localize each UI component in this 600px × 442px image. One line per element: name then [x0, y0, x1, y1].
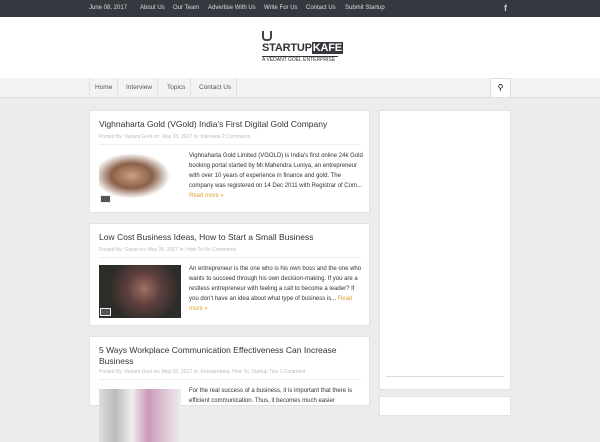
current-date: June 08, 2017: [89, 5, 128, 11]
post-card: Low Cost Business Ideas, How to Start a …: [89, 223, 370, 326]
search-icon[interactable]: ⚲: [490, 78, 511, 98]
post-title[interactable]: 5 Ways Workplace Communication Effective…: [99, 345, 359, 367]
top-link-team[interactable]: Our Team: [173, 5, 199, 11]
post-title[interactable]: Vighnaharta Gold (VGold) India's First D…: [99, 119, 359, 130]
post-meta: Posted By: Vedant Goel on: May 26, 2017 …: [99, 369, 361, 380]
post-card: 5 Ways Workplace Communication Effective…: [89, 336, 370, 442]
divider: [386, 376, 504, 377]
post-thumbnail[interactable]: [99, 389, 181, 442]
site-header: STARTUPKAFE A VEDANT GOEL ENTERPRISE: [0, 17, 600, 78]
image-icon: [100, 195, 111, 203]
post-meta: Posted By: Guest on: May 26, 2017 In: Ho…: [99, 247, 361, 258]
post-card: Vighnaharta Gold (VGold) India's First D…: [89, 110, 370, 213]
read-more-link[interactable]: Read more »: [189, 193, 224, 199]
top-link-advertise[interactable]: Advertise With Us: [208, 5, 256, 11]
logo-tagline: A VEDANT GOEL ENTERPRISE: [262, 56, 338, 63]
top-link-contact[interactable]: Contact Us: [306, 5, 336, 11]
nav-home[interactable]: Home: [89, 78, 119, 98]
post-excerpt: Vighnaharta Gold Limited (VGOLD) is Indi…: [189, 153, 363, 199]
top-link-write[interactable]: Write For Us: [264, 5, 298, 11]
top-link-submit[interactable]: Submit Startup: [345, 5, 385, 11]
post-excerpt: An entrepreneur is the one who is his ow…: [189, 266, 362, 312]
site-logo[interactable]: STARTUPKAFE A VEDANT GOEL ENTERPRISE: [262, 27, 343, 69]
post-thumbnail[interactable]: [99, 265, 181, 318]
main-nav: Home Interview Topics Contact Us ⚲: [0, 78, 600, 98]
facebook-icon[interactable]: f: [504, 3, 507, 13]
post-excerpt: For the real success of a business, it i…: [189, 388, 353, 404]
nav-contact[interactable]: Contact Us: [194, 78, 238, 98]
sidebar-widget: [379, 396, 511, 416]
top-link-about[interactable]: About Us: [140, 5, 165, 11]
post-meta: Posted By: Vedant Goel on: May 28, 2017 …: [99, 134, 361, 145]
coffee-cup-icon: [262, 31, 272, 41]
nav-topics[interactable]: Topics: [162, 78, 192, 98]
post-title[interactable]: Low Cost Business Ideas, How to Start a …: [99, 232, 359, 243]
top-bar: June 08, 2017 About Us Our Team Advertis…: [0, 0, 600, 17]
logo-text: STARTUPKAFE: [262, 42, 343, 54]
post-thumbnail[interactable]: [99, 152, 181, 205]
sidebar-widget: [379, 110, 511, 390]
nav-interview[interactable]: Interview: [121, 78, 159, 98]
image-icon: [100, 308, 111, 316]
